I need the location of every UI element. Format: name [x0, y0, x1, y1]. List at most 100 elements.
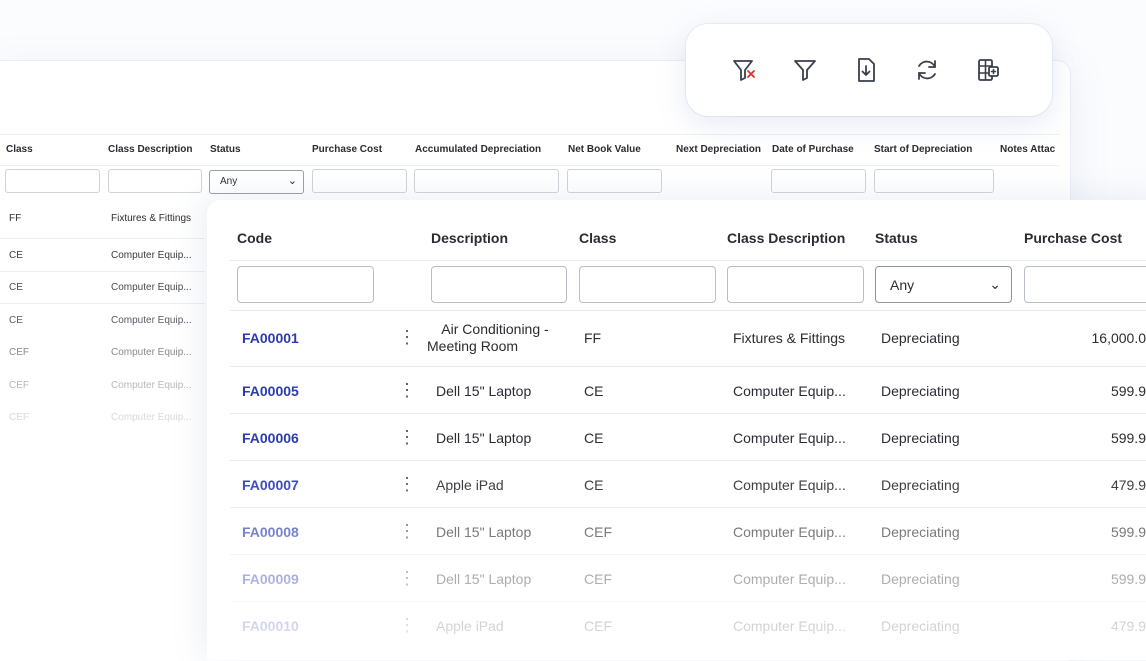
header-class[interactable]: Class [579, 230, 616, 246]
filter-description-input[interactable] [431, 266, 567, 303]
filter-status-select[interactable]: Any ⌄ [875, 266, 1012, 303]
back-row-class: CE [9, 282, 23, 293]
asset-description: Dell 15" Laptop [436, 430, 532, 446]
back-filter-date-of-purchase[interactable] [771, 169, 866, 193]
asset-description: Dell 15" Laptop [436, 524, 532, 540]
asset-status: Depreciating [881, 383, 960, 399]
filter-purchase-cost-input[interactable] [1024, 266, 1146, 303]
header-divider [230, 260, 1146, 261]
header-status[interactable]: Status [875, 230, 918, 246]
back-row-class-description: Computer Equip... [111, 347, 192, 358]
row-menu-icon[interactable]: ⋮ [398, 428, 416, 446]
clear-filter-icon [733, 60, 755, 81]
back-row-class-description: Computer Equip... [111, 315, 192, 326]
back-filter-status-value: Any [220, 176, 238, 187]
asset-class: CEF [584, 571, 612, 587]
asset-status: Depreciating [881, 430, 960, 446]
row-menu-icon[interactable]: ⋮ [398, 381, 416, 399]
filter-status-value: Any [890, 277, 915, 293]
filter-class-description-input[interactable] [727, 266, 864, 303]
asset-description: Dell 15" Laptop [436, 571, 532, 587]
back-row-class-description: Computer Equip... [111, 380, 192, 391]
asset-code-link[interactable]: FA00001 [242, 330, 299, 346]
back-filter-start-of-depreciation[interactable] [874, 169, 994, 193]
asset-description-line2: Meeting Room [427, 338, 519, 354]
back-header-accumulated-depreciation: Accumulated Depreciation [415, 144, 542, 155]
table-toolbar [686, 24, 1052, 116]
asset-status: Depreciating [881, 524, 960, 540]
asset-purchase-cost: 479.9 [1110, 477, 1146, 493]
back-header-notes-attached: Notes Attac [1000, 144, 1056, 155]
back-header-date-of-purchase: Date of Purchase [772, 144, 854, 155]
asset-status: Depreciating [881, 330, 960, 346]
asset-code-link[interactable]: FA00009 [242, 571, 299, 587]
back-row-class-description: Computer Equip... [111, 282, 192, 293]
row-divider [230, 366, 1146, 367]
header-code[interactable]: Code [237, 230, 272, 246]
asset-class: CEF [584, 618, 612, 634]
asset-code-link[interactable]: FA00007 [242, 477, 299, 493]
asset-purchase-cost: 479.9 [1110, 618, 1146, 634]
header-description[interactable]: Description [431, 230, 508, 246]
asset-class-description: Computer Equip... [733, 430, 846, 446]
asset-code-link[interactable]: FA00005 [242, 383, 299, 399]
asset-status: Depreciating [881, 477, 960, 493]
back-row-class-description: Fixtures & Fittings [111, 213, 192, 224]
header-class-description[interactable]: Class Description [727, 230, 845, 246]
asset-class: CEF [584, 524, 612, 540]
export-button[interactable] [850, 54, 882, 86]
asset-description: Apple iPad [436, 618, 504, 634]
header-purchase-cost[interactable]: Purchase Cost [1024, 230, 1122, 246]
asset-purchase-cost: 599.9 [1110, 524, 1146, 540]
row-divider [230, 554, 1146, 555]
filter-code-input[interactable] [237, 266, 374, 303]
asset-description: Dell 15" Laptop [436, 383, 532, 399]
asset-code-link[interactable]: FA00010 [242, 618, 299, 634]
row-menu-icon[interactable]: ⋮ [398, 616, 416, 634]
row-divider [0, 238, 205, 239]
clear-filter-button[interactable] [728, 54, 760, 86]
asset-code-link[interactable]: FA00006 [242, 430, 299, 446]
asset-purchase-cost: 599.9 [1110, 383, 1146, 399]
chevron-down-icon: ⌄ [287, 175, 297, 187]
back-row-class: CEF [9, 347, 29, 358]
chevron-down-icon: ⌄ [989, 276, 1001, 292]
row-menu-icon[interactable]: ⋮ [398, 328, 416, 346]
row-menu-icon[interactable]: ⋮ [398, 569, 416, 587]
asset-description: Air Conditioning - [441, 321, 549, 337]
back-filter-class[interactable] [5, 169, 100, 193]
asset-class-description: Computer Equip... [733, 383, 846, 399]
back-row-class-description: Computer Equip... [111, 250, 192, 261]
row-divider [230, 507, 1146, 508]
asset-class: CE [584, 383, 604, 399]
filter-button[interactable] [789, 54, 821, 86]
row-menu-icon[interactable]: ⋮ [398, 522, 416, 540]
asset-code-link[interactable]: FA00008 [242, 524, 299, 540]
row-divider [230, 460, 1146, 461]
columns-button[interactable] [972, 54, 1004, 86]
row-menu-icon[interactable]: ⋮ [398, 475, 416, 493]
filter-class-input[interactable] [579, 266, 716, 303]
back-filter-accumulated-depreciation[interactable] [414, 169, 559, 193]
back-filter-class-description[interactable] [108, 169, 202, 193]
back-header-purchase-cost: Purchase Cost [312, 144, 383, 155]
asset-class-description: Fixtures & Fittings [733, 330, 846, 346]
asset-status: Depreciating [881, 571, 960, 587]
back-row-class: CE [9, 315, 23, 326]
back-header-status: Status [210, 144, 241, 155]
back-row-class: CEF [9, 412, 29, 423]
asset-purchase-cost: 16,000.0 [1091, 330, 1146, 346]
asset-class-description: Computer Equip... [733, 477, 846, 493]
row-divider [230, 601, 1146, 602]
asset-class-description: Computer Equip... [733, 524, 846, 540]
refresh-button[interactable] [911, 54, 943, 86]
filter-icon [794, 60, 816, 81]
back-filter-status[interactable]: Any ⌄ [209, 170, 304, 194]
row-divider [230, 310, 1146, 311]
back-filter-purchase-cost[interactable] [312, 169, 407, 193]
asset-status: Depreciating [881, 618, 960, 634]
row-divider [0, 271, 205, 272]
back-filter-net-book-value[interactable] [567, 169, 662, 193]
asset-class: CE [584, 477, 604, 493]
export-icon [858, 58, 875, 82]
